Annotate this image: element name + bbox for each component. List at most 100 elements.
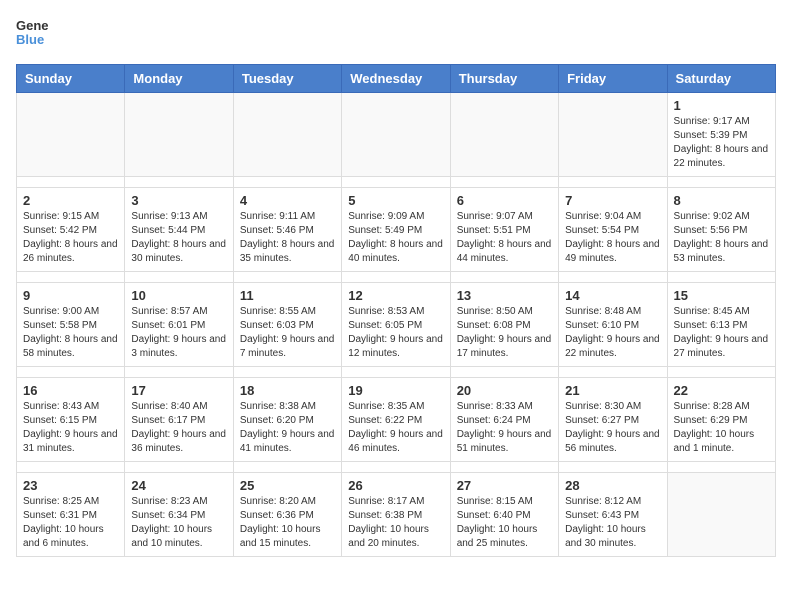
calendar-day-cell: 6Sunrise: 9:07 AM Sunset: 5:51 PM Daylig… — [450, 188, 558, 272]
calendar-header-monday: Monday — [125, 65, 233, 93]
calendar-header-friday: Friday — [559, 65, 667, 93]
day-number: 21 — [565, 383, 660, 398]
calendar-header-wednesday: Wednesday — [342, 65, 450, 93]
calendar-day-cell: 3Sunrise: 9:13 AM Sunset: 5:44 PM Daylig… — [125, 188, 233, 272]
spacer-cell — [17, 177, 125, 188]
day-info: Sunrise: 8:43 AM Sunset: 6:15 PM Dayligh… — [23, 400, 118, 456]
day-info: Sunrise: 8:20 AM Sunset: 6:36 PM Dayligh… — [240, 495, 335, 551]
day-number: 24 — [131, 478, 226, 493]
day-info: Sunrise: 8:35 AM Sunset: 6:22 PM Dayligh… — [348, 400, 443, 456]
calendar-day-cell — [17, 93, 125, 177]
calendar-header-thursday: Thursday — [450, 65, 558, 93]
day-info: Sunrise: 9:04 AM Sunset: 5:54 PM Dayligh… — [565, 210, 660, 266]
calendar-day-cell: 22Sunrise: 8:28 AM Sunset: 6:29 PM Dayli… — [667, 378, 775, 462]
svg-text:Blue: Blue — [16, 32, 44, 47]
calendar-day-cell: 23Sunrise: 8:25 AM Sunset: 6:31 PM Dayli… — [17, 473, 125, 557]
day-number: 17 — [131, 383, 226, 398]
day-info: Sunrise: 8:30 AM Sunset: 6:27 PM Dayligh… — [565, 400, 660, 456]
calendar-day-cell: 17Sunrise: 8:40 AM Sunset: 6:17 PM Dayli… — [125, 378, 233, 462]
day-info: Sunrise: 8:17 AM Sunset: 6:38 PM Dayligh… — [348, 495, 443, 551]
day-info: Sunrise: 9:09 AM Sunset: 5:49 PM Dayligh… — [348, 210, 443, 266]
spacer-cell — [667, 272, 775, 283]
calendar-day-cell — [233, 93, 341, 177]
day-info: Sunrise: 9:07 AM Sunset: 5:51 PM Dayligh… — [457, 210, 552, 266]
day-number: 19 — [348, 383, 443, 398]
calendar-day-cell — [342, 93, 450, 177]
calendar-day-cell: 1 Sunrise: 9:17 AM Sunset: 5:39 PM Daylig… — [667, 93, 775, 177]
day-number: 1 — [674, 98, 769, 113]
calendar-day-cell: 26 Sunrise: 8:17 AM Sunset: 6:38 PM Dayli… — [342, 473, 450, 557]
spacer-cell — [17, 462, 125, 473]
calendar-day-cell: 4Sunrise: 9:11 AM Sunset: 5:46 PM Daylig… — [233, 188, 341, 272]
day-number: 2 — [23, 193, 118, 208]
calendar-table: SundayMondayTuesdayWednesdayThursdayFrid… — [16, 64, 776, 557]
calendar-week-row: 9Sunrise: 9:00 AM Sunset: 5:58 PM Daylig… — [17, 283, 776, 367]
calendar-day-cell: 25 Sunrise: 8:20 AM Sunset: 6:36 PM Dayli… — [233, 473, 341, 557]
logo: General Blue — [16, 16, 48, 52]
calendar-day-cell: 5 Sunrise: 9:09 AM Sunset: 5:49 PM Daylig… — [342, 188, 450, 272]
day-info: Sunrise: 9:17 AM Sunset: 5:39 PM Dayligh… — [674, 115, 769, 171]
day-info: Sunrise: 8:53 AM Sunset: 6:05 PM Dayligh… — [348, 305, 443, 361]
spacer-cell — [450, 177, 558, 188]
week-spacer-row — [17, 367, 776, 378]
day-info: Sunrise: 8:15 AM Sunset: 6:40 PM Dayligh… — [457, 495, 552, 551]
day-number: 27 — [457, 478, 552, 493]
week-spacer-row — [17, 462, 776, 473]
calendar-header-tuesday: Tuesday — [233, 65, 341, 93]
calendar-day-cell: 21 Sunrise: 8:30 AM Sunset: 6:27 PM Dayli… — [559, 378, 667, 462]
spacer-cell — [342, 272, 450, 283]
day-info: Sunrise: 8:28 AM Sunset: 6:29 PM Dayligh… — [674, 400, 769, 456]
calendar-day-cell — [559, 93, 667, 177]
calendar-day-cell: 9Sunrise: 9:00 AM Sunset: 5:58 PM Daylig… — [17, 283, 125, 367]
day-number: 23 — [23, 478, 118, 493]
spacer-cell — [342, 177, 450, 188]
calendar-header-saturday: Saturday — [667, 65, 775, 93]
day-number: 28 — [565, 478, 660, 493]
spacer-cell — [17, 272, 125, 283]
spacer-cell — [233, 462, 341, 473]
spacer-cell — [233, 177, 341, 188]
day-number: 8 — [674, 193, 769, 208]
calendar-week-row: 23Sunrise: 8:25 AM Sunset: 6:31 PM Dayli… — [17, 473, 776, 557]
calendar-day-cell: 18Sunrise: 8:38 AM Sunset: 6:20 PM Dayli… — [233, 378, 341, 462]
day-info: Sunrise: 8:33 AM Sunset: 6:24 PM Dayligh… — [457, 400, 552, 456]
calendar-day-cell: 28Sunrise: 8:12 AM Sunset: 6:43 PM Dayli… — [559, 473, 667, 557]
calendar-day-cell: 20Sunrise: 8:33 AM Sunset: 6:24 PM Dayli… — [450, 378, 558, 462]
spacer-cell — [667, 462, 775, 473]
spacer-cell — [667, 177, 775, 188]
spacer-cell — [342, 462, 450, 473]
day-info: Sunrise: 9:02 AM Sunset: 5:56 PM Dayligh… — [674, 210, 769, 266]
day-number: 13 — [457, 288, 552, 303]
day-number: 26 — [348, 478, 443, 493]
week-spacer-row — [17, 177, 776, 188]
day-number: 10 — [131, 288, 226, 303]
spacer-cell — [125, 367, 233, 378]
spacer-cell — [559, 367, 667, 378]
calendar-week-row: 1 Sunrise: 9:17 AM Sunset: 5:39 PM Daylig… — [17, 93, 776, 177]
day-number: 5 — [348, 193, 443, 208]
day-number: 12 — [348, 288, 443, 303]
calendar-header-sunday: Sunday — [17, 65, 125, 93]
day-info: Sunrise: 8:57 AM Sunset: 6:01 PM Dayligh… — [131, 305, 226, 361]
calendar-day-cell — [450, 93, 558, 177]
day-info: Sunrise: 9:15 AM Sunset: 5:42 PM Dayligh… — [23, 210, 118, 266]
spacer-cell — [559, 462, 667, 473]
calendar-day-cell: 2 Sunrise: 9:15 AM Sunset: 5:42 PM Daylig… — [17, 188, 125, 272]
day-number: 14 — [565, 288, 660, 303]
calendar-day-cell: 16Sunrise: 8:43 AM Sunset: 6:15 PM Dayli… — [17, 378, 125, 462]
spacer-cell — [125, 462, 233, 473]
calendar-day-cell: 27 Sunrise: 8:15 AM Sunset: 6:40 PM Dayli… — [450, 473, 558, 557]
calendar-day-cell: 15Sunrise: 8:45 AM Sunset: 6:13 PM Dayli… — [667, 283, 775, 367]
calendar-week-row: 2 Sunrise: 9:15 AM Sunset: 5:42 PM Daylig… — [17, 188, 776, 272]
day-number: 25 — [240, 478, 335, 493]
calendar-day-cell — [125, 93, 233, 177]
spacer-cell — [125, 272, 233, 283]
spacer-cell — [450, 462, 558, 473]
day-number: 3 — [131, 193, 226, 208]
day-number: 18 — [240, 383, 335, 398]
day-number: 9 — [23, 288, 118, 303]
spacer-cell — [450, 367, 558, 378]
spacer-cell — [342, 367, 450, 378]
page-header: General Blue — [16, 16, 776, 52]
spacer-cell — [125, 177, 233, 188]
